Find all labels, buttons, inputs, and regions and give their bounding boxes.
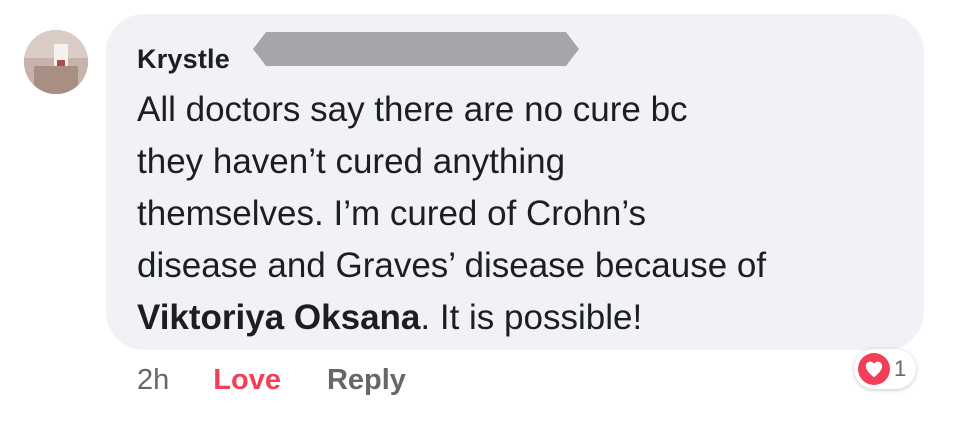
comment-line: disease and Graves’ disease because of (137, 246, 767, 285)
timestamp[interactable]: 2h (137, 364, 169, 397)
comment-line: they haven’t cured anything (137, 142, 566, 181)
comment-line: themselves. I’m cured of Crohn’s (137, 194, 647, 233)
reaction-summary[interactable]: 1 (854, 349, 917, 389)
heart-icon (858, 353, 890, 385)
love-button[interactable]: Love (213, 364, 281, 397)
comment-line-last: Viktoriya Oksana. It is possible! (137, 292, 917, 344)
reply-button[interactable]: Reply (327, 364, 406, 397)
redaction-bar (253, 32, 579, 66)
avatar[interactable] (24, 30, 88, 94)
author-name[interactable]: Krystle (137, 44, 230, 75)
reaction-count: 1 (894, 356, 907, 381)
comment-text: All doctors say there are no cure bc the… (137, 84, 917, 344)
comment: Krystle All doctors say there are no cur… (0, 0, 955, 425)
mention-link[interactable]: Viktoriya Oksana (137, 298, 420, 337)
comment-line: All doctors say there are no cure bc (137, 90, 688, 129)
comment-actions: 2h Love Reply (137, 364, 406, 397)
comment-line-end: . It is possible! (420, 298, 643, 337)
